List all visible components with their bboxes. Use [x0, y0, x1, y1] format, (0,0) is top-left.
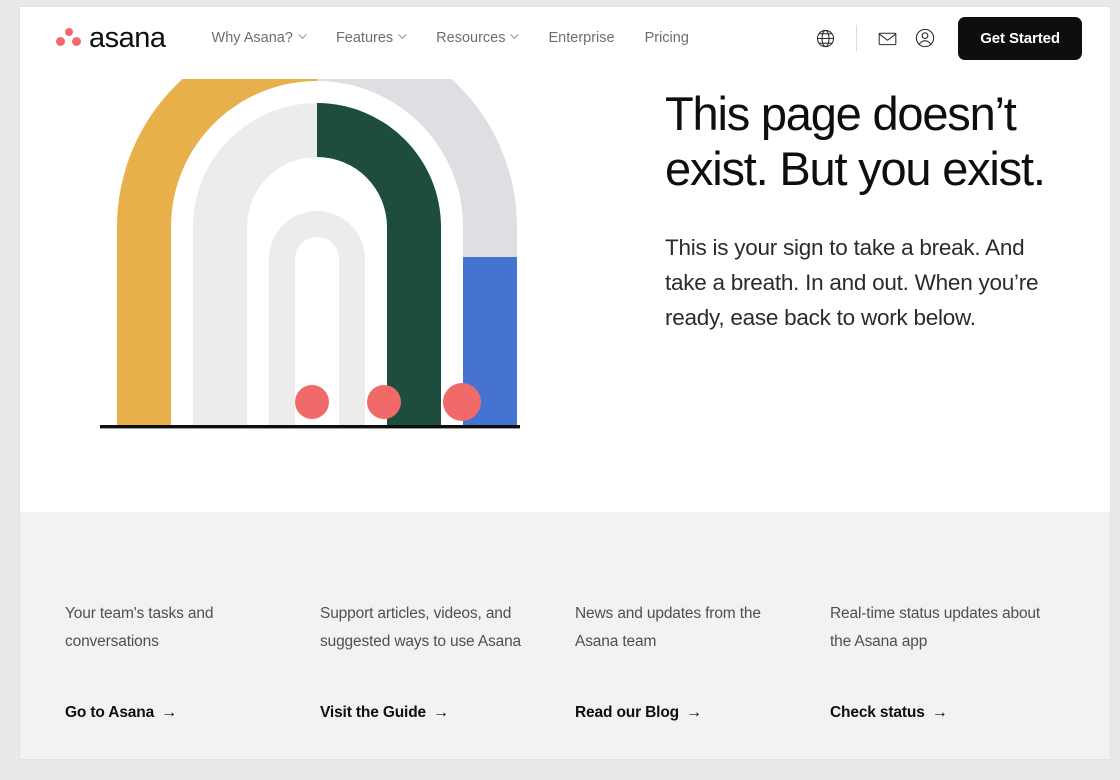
asana-wordmark: asana	[89, 21, 166, 54]
footer-column-guide: Support articles, videos, and suggested …	[320, 600, 575, 722]
nav-right-actions: Get Started	[815, 16, 1082, 60]
nav-divider	[856, 25, 858, 51]
arrow-right-icon: →	[433, 703, 449, 721]
chevron-down-icon	[298, 32, 307, 40]
nav-links: Why Asana? Features Resources Enterprise	[212, 30, 689, 46]
baseline-rule	[100, 425, 520, 429]
nav-item-label: Enterprise	[548, 30, 615, 46]
nav-item-enterprise[interactable]: Enterprise	[548, 30, 614, 46]
footer-link-read-our-blog[interactable]: Read our Blog →	[575, 704, 702, 722]
asana-logo[interactable]: asana	[56, 21, 166, 54]
footer-link-go-to-asana[interactable]: Go to Asana →	[65, 704, 177, 722]
footer-links-grid: Your team's tasks and conversations Go t…	[65, 600, 1085, 722]
coral-dot	[367, 385, 401, 419]
footer-column-description: Real-time status updates about the Asana…	[830, 605, 1041, 650]
footer-column-description: News and updates from the Asana team	[575, 605, 761, 650]
footer-link-label: Read our Blog	[575, 703, 679, 721]
arrow-right-icon: →	[161, 703, 177, 721]
coral-dot	[295, 385, 329, 419]
footer-section: Your team's tasks and conversations Go t…	[20, 512, 1110, 759]
nav-item-label: Why Asana?	[211, 30, 293, 46]
asana-logo-dots-icon	[56, 28, 82, 48]
arrow-right-icon: →	[931, 703, 948, 721]
page-title: This page doesn’t exist. But you exist.	[665, 87, 1046, 195]
chevron-down-icon	[510, 32, 520, 40]
footer-column-description: Support articles, videos, and suggested …	[320, 605, 522, 650]
chevron-down-icon	[398, 32, 407, 40]
footer-link-label: Visit the Guide	[320, 703, 426, 721]
nav-item-label: Resources	[436, 30, 506, 46]
nav-item-features[interactable]: Features	[335, 30, 407, 46]
hero-subtext: This is your sign to take a break. And t…	[665, 235, 1039, 330]
footer-column-description: Your team's tasks and conversations	[65, 605, 214, 650]
nav-item-label: Features	[335, 30, 394, 46]
top-navigation-bar: asana Why Asana? Features Resources Ente…	[20, 7, 1110, 69]
footer-column-asana: Your team's tasks and conversations Go t…	[65, 600, 320, 722]
footer-link-label: Go to Asana	[65, 703, 155, 721]
coral-dot	[443, 383, 481, 421]
envelope-icon[interactable]	[877, 28, 898, 49]
footer-link-visit-the-guide[interactable]: Visit the Guide →	[320, 704, 449, 722]
account-icon[interactable]	[914, 27, 936, 49]
nav-item-pricing[interactable]: Pricing	[645, 30, 689, 46]
globe-icon[interactable]	[815, 28, 836, 49]
nav-item-label: Pricing	[644, 30, 689, 46]
nav-item-why-asana[interactable]: Why Asana?	[211, 30, 307, 46]
footer-column-status: Real-time status updates about the Asana…	[830, 600, 1085, 722]
arrow-right-icon: →	[685, 703, 702, 721]
browser-viewport: asana Why Asana? Features Resources Ente…	[19, 6, 1111, 760]
hero-section: This page doesn’t exist. But you exist. …	[20, 69, 1110, 512]
footer-link-check-status[interactable]: Check status →	[830, 704, 948, 722]
nested-arches-illustration	[80, 79, 550, 449]
get-started-button[interactable]: Get Started	[958, 16, 1082, 60]
footer-column-blog: News and updates from the Asana team Rea…	[575, 600, 830, 722]
footer-link-label: Check status	[830, 703, 925, 721]
nav-item-resources[interactable]: Resources	[436, 30, 520, 46]
